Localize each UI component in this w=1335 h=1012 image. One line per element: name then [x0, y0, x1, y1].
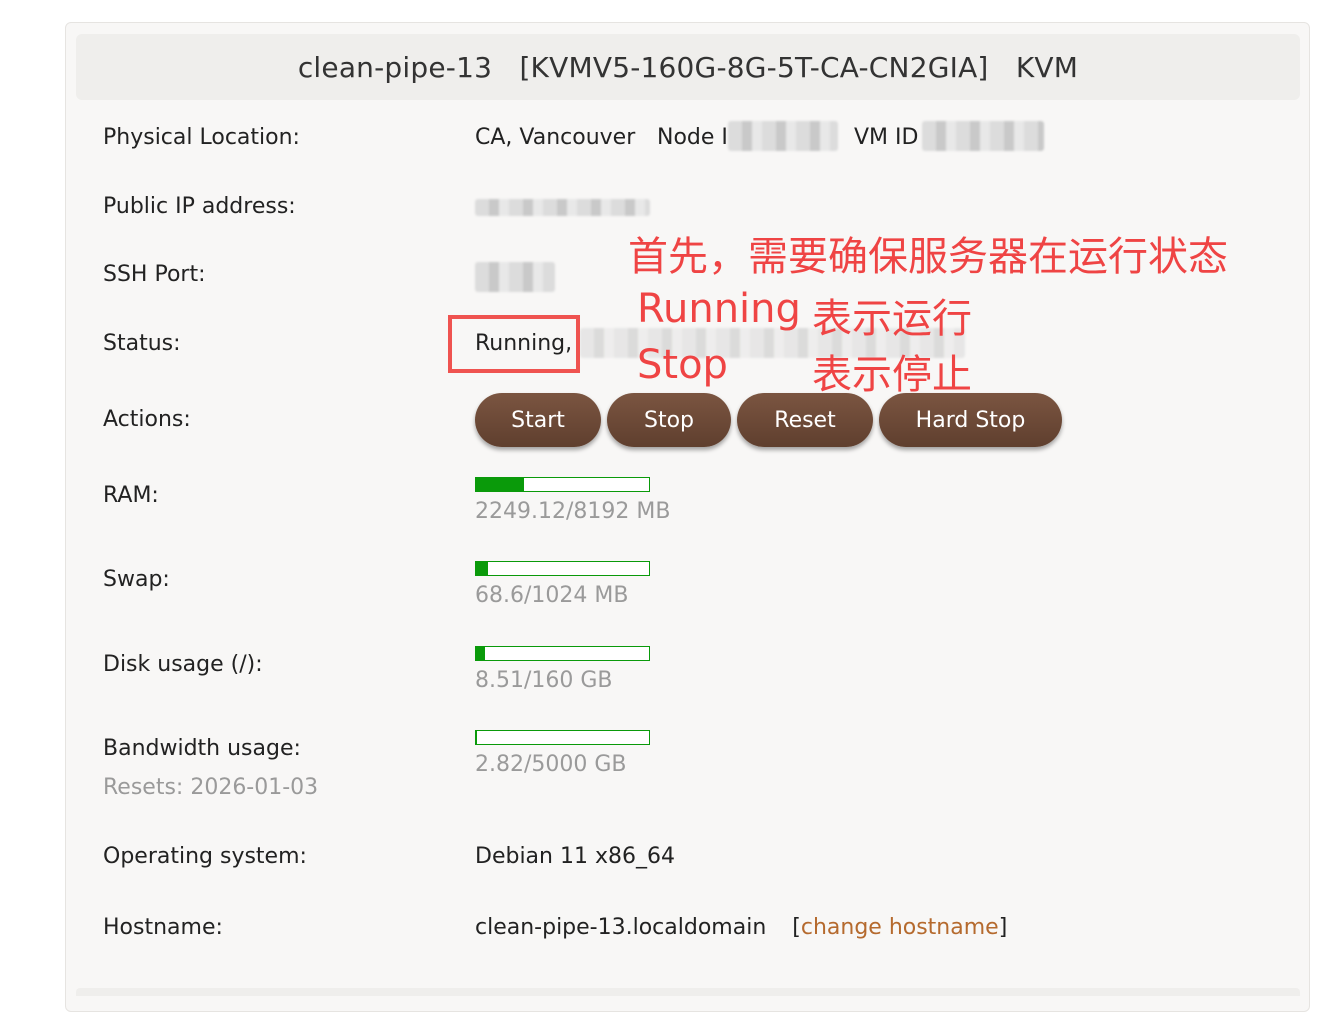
status-label: Status: — [103, 331, 181, 356]
ram-label: RAM: — [103, 483, 159, 508]
bandwidth-resets: Resets: 2026-01-03 — [103, 775, 318, 800]
swap-usage-fill — [476, 562, 488, 575]
annotation-stop: Stop — [637, 342, 728, 388]
next-section-edge — [76, 988, 1300, 996]
hostname-row: clean-pipe-13.localdomain [change hostna… — [475, 915, 1007, 940]
status-highlight-box — [448, 315, 580, 373]
page-title: clean-pipe-13 [KVMV5-160G-8G-5T-CA-CN2GI… — [76, 34, 1300, 100]
node-label: Node I — [657, 125, 728, 150]
change-hostname-link[interactable]: change hostname — [801, 915, 999, 940]
hard-stop-button[interactable]: Hard Stop — [879, 393, 1062, 447]
public-ip-redacted — [475, 199, 650, 216]
title-virtualization: KVM — [1016, 51, 1078, 84]
ram-usage-text: 2249.12/8192 MB — [475, 499, 670, 524]
public-ip-label: Public IP address: — [103, 194, 296, 219]
ram-usage-fill — [476, 478, 524, 491]
ssh-port-redacted — [475, 262, 555, 292]
annotation-stop-cn: 表示停止 — [812, 342, 972, 400]
title-hostname: clean-pipe-13 — [298, 51, 492, 84]
disk-label: Disk usage (/): — [103, 652, 263, 677]
ssh-port-label: SSH Port: — [103, 262, 206, 287]
stop-button[interactable]: Stop — [607, 393, 731, 447]
swap-label: Swap: — [103, 567, 170, 592]
swap-usage-bar — [475, 561, 650, 576]
title-plan: [KVMV5-160G-8G-5T-CA-CN2GIA] — [519, 51, 988, 84]
bandwidth-usage-bar — [475, 730, 650, 745]
vmid-redacted — [922, 121, 1044, 151]
hostname-label: Hostname: — [103, 915, 223, 940]
disk-usage-bar — [475, 646, 650, 661]
node-id-redacted — [728, 121, 838, 151]
actions-label: Actions: — [103, 407, 191, 432]
ram-usage-bar — [475, 477, 650, 492]
disk-usage-text: 8.51/160 GB — [475, 668, 613, 693]
annotation-running: Running — [637, 286, 801, 332]
annotation-line1: 首先，需要确保服务器在运行状态 — [628, 224, 1228, 282]
reset-button[interactable]: Reset — [737, 393, 873, 447]
os-label: Operating system: — [103, 844, 307, 869]
bracket-close: ] — [999, 915, 1008, 940]
hostname-value: clean-pipe-13.localdomain — [475, 915, 766, 940]
location-value: CA, Vancouver — [475, 125, 635, 150]
swap-usage-text: 68.6/1024 MB — [475, 583, 628, 608]
vmid-label: VM ID — [854, 125, 918, 150]
location-label: Physical Location: — [103, 125, 300, 150]
bandwidth-usage-text: 2.82/5000 GB — [475, 752, 627, 777]
os-value: Debian 11 x86_64 — [475, 844, 675, 869]
disk-usage-fill — [476, 647, 485, 660]
bracket-open: [ — [792, 915, 801, 940]
start-button[interactable]: Start — [475, 393, 601, 447]
annotation-running-cn: 表示运行 — [812, 286, 972, 344]
bandwidth-label: Bandwidth usage: — [103, 736, 301, 761]
